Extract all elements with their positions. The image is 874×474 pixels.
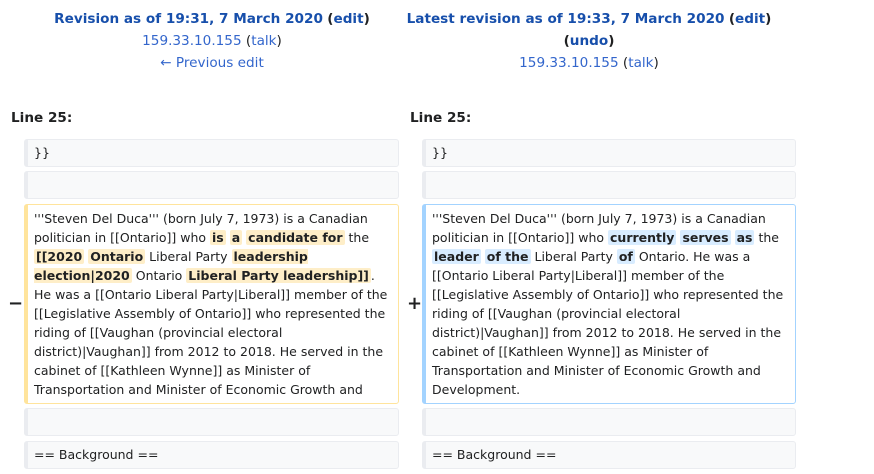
right-line-number: Line 25: xyxy=(410,110,472,126)
right-context-line: }} xyxy=(422,139,796,167)
left-revision-header: Revision as of 19:31, 7 March 2020 (edit… xyxy=(54,11,370,71)
left-empty-context-line xyxy=(24,171,399,199)
left-line-number: Line 25: xyxy=(11,110,73,126)
added-text: Liberal Party xyxy=(530,249,617,264)
deleted-text: Liberal Party xyxy=(145,249,232,264)
left-user-link[interactable]: 159.33.10.155 xyxy=(142,33,241,49)
deleted-text: Ontario xyxy=(131,268,187,283)
right-user-link[interactable]: 159.33.10.155 xyxy=(519,55,618,71)
added-highlight: as xyxy=(734,230,755,245)
deleted-marker: − xyxy=(8,293,24,314)
added-highlight: leader xyxy=(432,249,481,264)
right-talk-link[interactable]: talk xyxy=(628,55,653,71)
deleted-highlight: is xyxy=(210,230,226,245)
deleted-highlight: a xyxy=(229,230,243,245)
deleted-highlight: candidate for xyxy=(246,230,345,245)
deleted-text: the xyxy=(344,230,370,245)
left-empty-context-line-2 xyxy=(24,408,399,436)
deleted-text: . He was a [[Ontario Liberal Party|Liber… xyxy=(34,268,388,403)
previous-edit-link[interactable]: ← Previous edit xyxy=(160,55,264,71)
added-highlight: serves xyxy=(680,230,731,245)
deleted-highlight: Ontario xyxy=(88,249,146,264)
added-highlight: of xyxy=(616,249,635,264)
right-background-heading-line: == Background == xyxy=(422,441,796,469)
undo-link[interactable]: undo xyxy=(570,33,608,49)
added-line: '''Steven Del Duca''' (born July 7, 1973… xyxy=(422,204,796,404)
diff-page: Revision as of 19:31, 7 March 2020 (edit… xyxy=(0,0,874,474)
left-background-heading-line: == Background == xyxy=(24,441,399,469)
left-talk-link[interactable]: talk xyxy=(251,33,276,49)
right-revision-link[interactable]: Latest revision as of 19:33, 7 March 202… xyxy=(407,11,725,27)
added-text xyxy=(731,230,735,245)
right-edit-link[interactable]: edit xyxy=(735,11,765,27)
left-context-line: }} xyxy=(24,139,399,167)
added-highlight: of the xyxy=(484,249,531,264)
added-marker: + xyxy=(407,293,423,314)
deleted-line: '''Steven Del Duca''' (born July 7, 1973… xyxy=(24,204,399,404)
right-revision-header: Latest revision as of 19:33, 7 March 202… xyxy=(406,11,772,71)
deleted-highlight: [[2020 xyxy=(34,249,85,264)
added-text: the xyxy=(754,230,779,245)
left-revision-link[interactable]: Revision as of 19:31, 7 March 2020 xyxy=(54,11,323,27)
right-empty-context-line xyxy=(422,171,796,199)
right-empty-context-line-2 xyxy=(422,408,796,436)
added-highlight: currently xyxy=(608,230,677,245)
added-text: Ontario. He was a [[Ontario Liberal Part… xyxy=(432,249,784,397)
deleted-highlight: Liberal Party leadership]] xyxy=(186,268,371,283)
left-edit-link[interactable]: edit xyxy=(333,11,363,27)
